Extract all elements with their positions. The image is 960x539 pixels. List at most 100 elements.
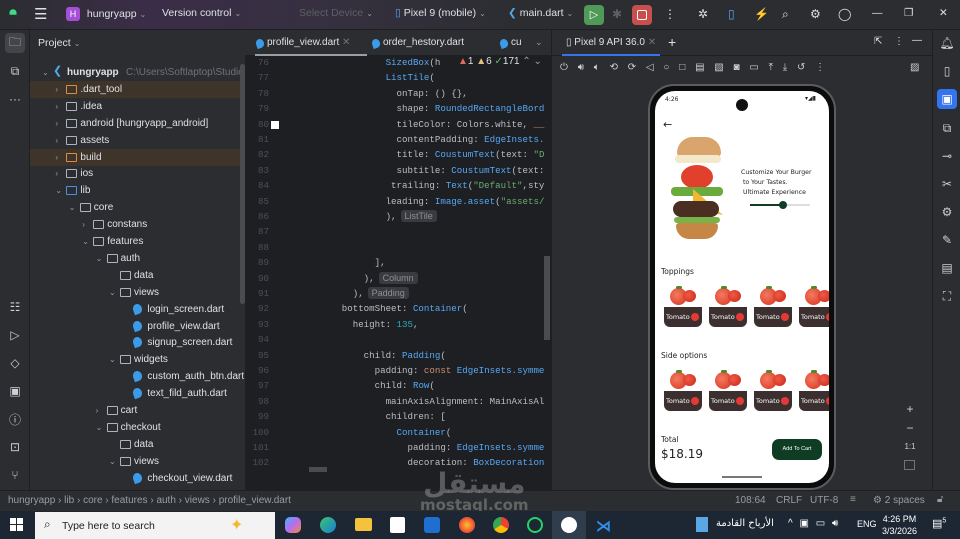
- more-actions-icon[interactable]: ⋮: [664, 7, 676, 21]
- add-item-button[interactable]: [826, 313, 829, 321]
- options-icon[interactable]: ⋮: [894, 36, 904, 47]
- tab-cu[interactable]: cu: [498, 30, 522, 56]
- code-line[interactable]: 97 child: Row(: [245, 378, 551, 393]
- system-tray[interactable]: ^ ▣ ▭ 🔊︎: [788, 518, 838, 529]
- prev-issue-icon[interactable]: ⌃: [522, 56, 530, 67]
- account-icon[interactable]: ◯: [838, 7, 851, 21]
- gesture-bar[interactable]: [722, 476, 762, 478]
- code-line[interactable]: 87: [245, 224, 551, 239]
- tab-pixel-9[interactable]: ▯ Pixel 9 API 36.0 ✕: [562, 30, 661, 56]
- tree-item[interactable]: › android [hungryapp_android]: [30, 115, 245, 132]
- project-switcher[interactable]: H hungryapp ⌄: [66, 7, 146, 21]
- edge-icon[interactable]: [320, 517, 336, 533]
- chevron-down-icon[interactable]: ⌄: [42, 64, 49, 81]
- android-studio-taskbar[interactable]: [552, 511, 586, 539]
- code-line[interactable]: 81 contentPadding: EdgeInsets.: [245, 132, 551, 147]
- tree-item[interactable]: ⌄ views: [30, 284, 245, 301]
- add-item-button[interactable]: [826, 397, 829, 405]
- store-icon[interactable]: [390, 517, 405, 533]
- mirror-icon[interactable]: ▧: [714, 62, 723, 73]
- chevron-right-icon[interactable]: ›: [55, 165, 58, 182]
- breadcrumb-item[interactable]: lib: [64, 495, 74, 506]
- add-device-icon[interactable]: +: [668, 34, 676, 50]
- tree-item[interactable]: signup_screen.dart: [30, 334, 245, 351]
- terminal-icon[interactable]: ⊡: [5, 437, 25, 457]
- gem-icon[interactable]: ◇: [5, 353, 25, 373]
- clock[interactable]: 4:26 PM 3/3/2026: [882, 513, 917, 537]
- tree-item[interactable]: data: [30, 267, 245, 284]
- device-manager-icon[interactable]: ▯: [937, 61, 957, 81]
- external-window-icon[interactable]: ⇱: [874, 36, 882, 47]
- select-device-dropdown[interactable]: Select Device ⌄: [299, 7, 373, 19]
- breadcrumb-item[interactable]: views: [185, 495, 210, 506]
- code-line[interactable]: 98 mainAxisAlignment: MainAxisAl: [245, 394, 551, 409]
- taskbar-search[interactable]: ⌕ Type here to search ✦: [35, 512, 275, 539]
- indent-setting[interactable]: ⚙ 2 spaces: [873, 495, 925, 506]
- code-line[interactable]: 79 shape: RoundedRectangleBord: [245, 101, 551, 116]
- side-option-card[interactable]: Tomato: [664, 369, 702, 413]
- file-encoding[interactable]: UTF-8: [810, 495, 838, 506]
- code-line[interactable]: 95 child: Padding(: [245, 348, 551, 363]
- spicy-slider[interactable]: [750, 201, 810, 209]
- tree-item[interactable]: ⌄ ❮ hungryapp C:\Users\Softlaptop\StudioP: [30, 64, 245, 81]
- back-icon[interactable]: ◁: [646, 62, 654, 73]
- device-dropdown[interactable]: ▯ Pixel 9 (mobile) ⌄: [395, 7, 486, 19]
- edit-icon[interactable]: ✎: [937, 230, 957, 250]
- chevron-down-icon[interactable]: ⌄: [109, 284, 116, 301]
- add-item-button[interactable]: [781, 313, 789, 321]
- readonly-lock-icon[interactable]: 🔓︎: [937, 494, 943, 505]
- code-line[interactable]: 83 subtitle: CoustumText(text:: [245, 163, 551, 178]
- hot-reload-icon[interactable]: ⚡: [754, 7, 769, 21]
- device-explorer-icon[interactable]: ⧉: [937, 118, 957, 138]
- breadcrumb-item[interactable]: hungryapp: [8, 495, 55, 506]
- code-line[interactable]: 100 Container(: [245, 425, 551, 440]
- running-devices-icon[interactable]: ▣: [937, 89, 957, 109]
- fold-icon[interactable]: ▤: [695, 62, 704, 73]
- record-icon[interactable]: ▭: [749, 62, 758, 73]
- tree-item[interactable]: ⌄ checkout: [30, 419, 245, 436]
- hide-panel-icon[interactable]: —: [912, 35, 922, 46]
- widget-text[interactable]: الأرباح القادمة: [716, 518, 774, 529]
- volume-down-icon[interactable]: 🔈︎: [594, 62, 600, 73]
- color-swatch-icon[interactable]: [271, 120, 279, 129]
- side-option-card[interactable]: Tomato: [754, 369, 792, 413]
- editor-vscrollbar[interactable]: [544, 256, 550, 340]
- tree-item[interactable]: ⌄ core: [30, 199, 245, 216]
- download-icon[interactable]: ⤓: [783, 62, 787, 73]
- zoom-in-button[interactable]: +: [902, 402, 918, 416]
- display-settings-icon[interactable]: ▨: [910, 62, 919, 73]
- snapshot-icon[interactable]: ↺: [797, 62, 805, 73]
- tree-item[interactable]: › .dart_tool: [30, 80, 245, 98]
- code-line[interactable]: 84 trailing: Text("Default",sty: [245, 178, 551, 193]
- chevron-down-icon[interactable]: ⌄: [55, 182, 62, 199]
- file-explorer-icon[interactable]: [355, 518, 372, 531]
- tab-order-hestory[interactable]: order_hestory.dart: [370, 30, 464, 56]
- code-line[interactable]: 101 padding: EdgeInsets.symme: [245, 440, 551, 455]
- tray-chevron-icon[interactable]: ^: [788, 518, 793, 529]
- close-tab-icon[interactable]: ✕: [648, 37, 656, 48]
- rotate-left-icon[interactable]: ⟲: [610, 62, 618, 73]
- tree-item[interactable]: ⌄ lib: [30, 182, 245, 199]
- power-icon[interactable]: ⏻: [560, 62, 568, 73]
- layers-icon[interactable]: ☷: [5, 297, 25, 317]
- code-line[interactable]: 90 ), Column: [245, 271, 551, 286]
- chevron-right-icon[interactable]: ›: [55, 149, 58, 166]
- run-tool-icon[interactable]: ▷: [5, 325, 25, 345]
- breadcrumb-item[interactable]: core: [83, 495, 102, 506]
- breadcrumb-item[interactable]: profile_view.dart: [219, 495, 291, 506]
- tree-item[interactable]: › ios: [30, 165, 245, 182]
- upload-icon[interactable]: ⤒: [769, 62, 773, 73]
- phone-screen[interactable]: 4:26 ▾◢▮ ← Customize Your Burger to Your…: [655, 91, 829, 483]
- side-option-card[interactable]: Tomato: [709, 369, 747, 413]
- caret-position[interactable]: 108:64: [735, 495, 766, 506]
- tree-item[interactable]: data: [30, 436, 245, 453]
- tabs-overflow-icon[interactable]: ⌄: [535, 37, 543, 48]
- performance-icon[interactable]: ⛶: [937, 286, 957, 306]
- chevron-right-icon[interactable]: ›: [82, 216, 85, 233]
- project-panel-title[interactable]: Project ⌄: [38, 37, 80, 49]
- code-line[interactable]: 89 ],: [245, 255, 551, 270]
- chevron-right-icon[interactable]: ›: [55, 98, 58, 115]
- structure-icon[interactable]: ⧉: [5, 61, 25, 81]
- zoom-fit-icon[interactable]: [904, 460, 915, 470]
- tree-item[interactable]: ⌄ views: [30, 453, 245, 470]
